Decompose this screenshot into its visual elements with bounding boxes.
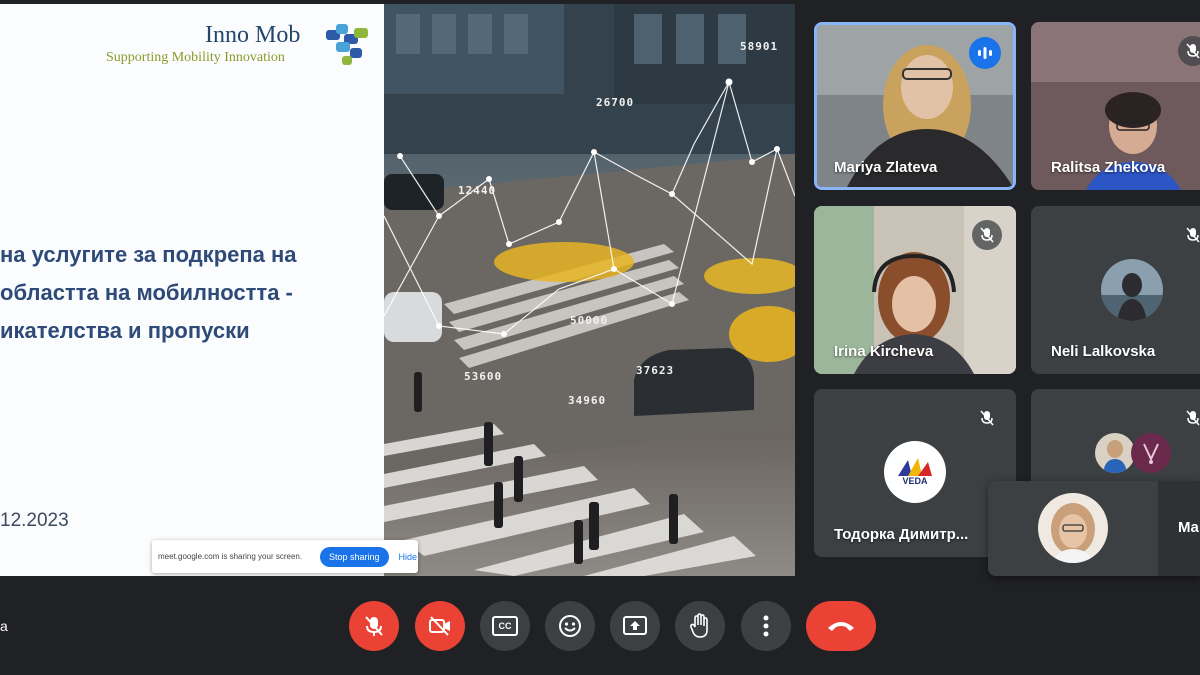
slide-title-line: областта на мобилността - [0, 280, 293, 305]
mic-off-icon [1178, 36, 1200, 66]
mic-off-icon [365, 616, 383, 636]
data-overlay-label: 12440 [458, 184, 497, 197]
participant-name: Mariya Zlateva [834, 159, 938, 176]
city-scene-illustration [384, 4, 795, 576]
avatar [1131, 433, 1171, 473]
captions-button[interactable]: CC [480, 601, 530, 651]
veda-logo-icon [898, 458, 932, 476]
mic-off-icon [972, 220, 1002, 250]
camera-toggle-button[interactable] [415, 601, 465, 651]
participant-name: Irina Kircheva [834, 343, 934, 360]
slide-title-line: на услугите за подкрепа на [0, 242, 297, 267]
inno-mob-logo-icon [326, 24, 368, 65]
shared-presentation: Inno Mob Supporting Mobility Innovation … [0, 4, 795, 576]
screen-share-notice: meet.google.com is sharing your screen. … [152, 540, 418, 573]
data-overlay-label: 50000 [570, 314, 609, 327]
mic-off-icon [1178, 220, 1200, 250]
data-overlay-label: 58901 [740, 40, 779, 53]
present-screen-icon [623, 616, 647, 635]
meeting-title: a [0, 618, 8, 634]
mic-off-icon [1178, 403, 1200, 433]
participant-tile-todorka[interactable]: VEDA Тодорка Димитр... [814, 389, 1016, 557]
self-view-tile[interactable]: Ma [988, 481, 1200, 576]
participant-tile-irina-kircheva[interactable]: Irina Kircheva [814, 206, 1016, 374]
slide-date: 12.2023 [0, 510, 69, 531]
avatar [1095, 433, 1135, 473]
mic-off-icon [972, 403, 1002, 433]
participant-tile-mariya-zlateva[interactable]: Mariya Zlateva [814, 22, 1016, 190]
present-now-button[interactable] [610, 601, 660, 651]
end-call-icon [828, 622, 854, 631]
data-overlay-label: 26700 [596, 96, 635, 109]
city-crosswalk-image: 58901 26700 12440 50000 37623 53600 3496… [384, 4, 795, 576]
data-overlay-label: 34960 [568, 394, 607, 407]
logo-title: Inno Mob [205, 22, 301, 48]
data-overlay-label: 53600 [464, 370, 503, 383]
hand-icon [690, 613, 708, 638]
more-options-button[interactable] [741, 601, 791, 651]
avatar [1038, 493, 1108, 563]
slide-text-panel: Inno Mob Supporting Mobility Innovation … [0, 4, 384, 576]
reactions-button[interactable] [545, 601, 595, 651]
avatar: VEDA [884, 441, 946, 503]
participant-name: Ralitsa Zhekova [1051, 159, 1166, 176]
participant-tile-neli-lalkovska[interactable]: Neli Lalkovska [1031, 206, 1200, 374]
camera-off-icon [429, 616, 450, 636]
leave-call-button[interactable] [806, 601, 876, 651]
self-view-name: Ma [1178, 519, 1199, 536]
self-view-name-panel: Ma [1158, 481, 1200, 576]
speaking-indicator-icon [969, 37, 1001, 69]
raise-hand-button[interactable] [675, 601, 725, 651]
data-overlay-label: 37623 [636, 364, 675, 377]
emoji-icon [559, 615, 581, 637]
share-notice-text: meet.google.com is sharing your screen. [158, 552, 303, 561]
logo-subtitle: Supporting Mobility Innovation [106, 50, 285, 65]
mic-toggle-button[interactable] [349, 601, 399, 651]
stop-sharing-button[interactable]: Stop sharing [320, 546, 389, 567]
slide-title: на услугите за подкрепа на областта на м… [0, 236, 384, 350]
avatar [1101, 259, 1163, 321]
participant-name: Тодорка Димитр... [834, 526, 969, 543]
hide-button[interactable]: Hide [399, 552, 418, 562]
avatar-text: VEDA [902, 476, 928, 486]
participant-name: Neli Lalkovska [1051, 343, 1156, 360]
captions-icon: CC [492, 616, 518, 636]
more-vert-icon [763, 615, 769, 637]
slide-title-line: икателства и пропуски [0, 318, 250, 343]
participant-tile-ralitsa-zhekova[interactable]: Ralitsa Zhekova [1031, 22, 1200, 190]
